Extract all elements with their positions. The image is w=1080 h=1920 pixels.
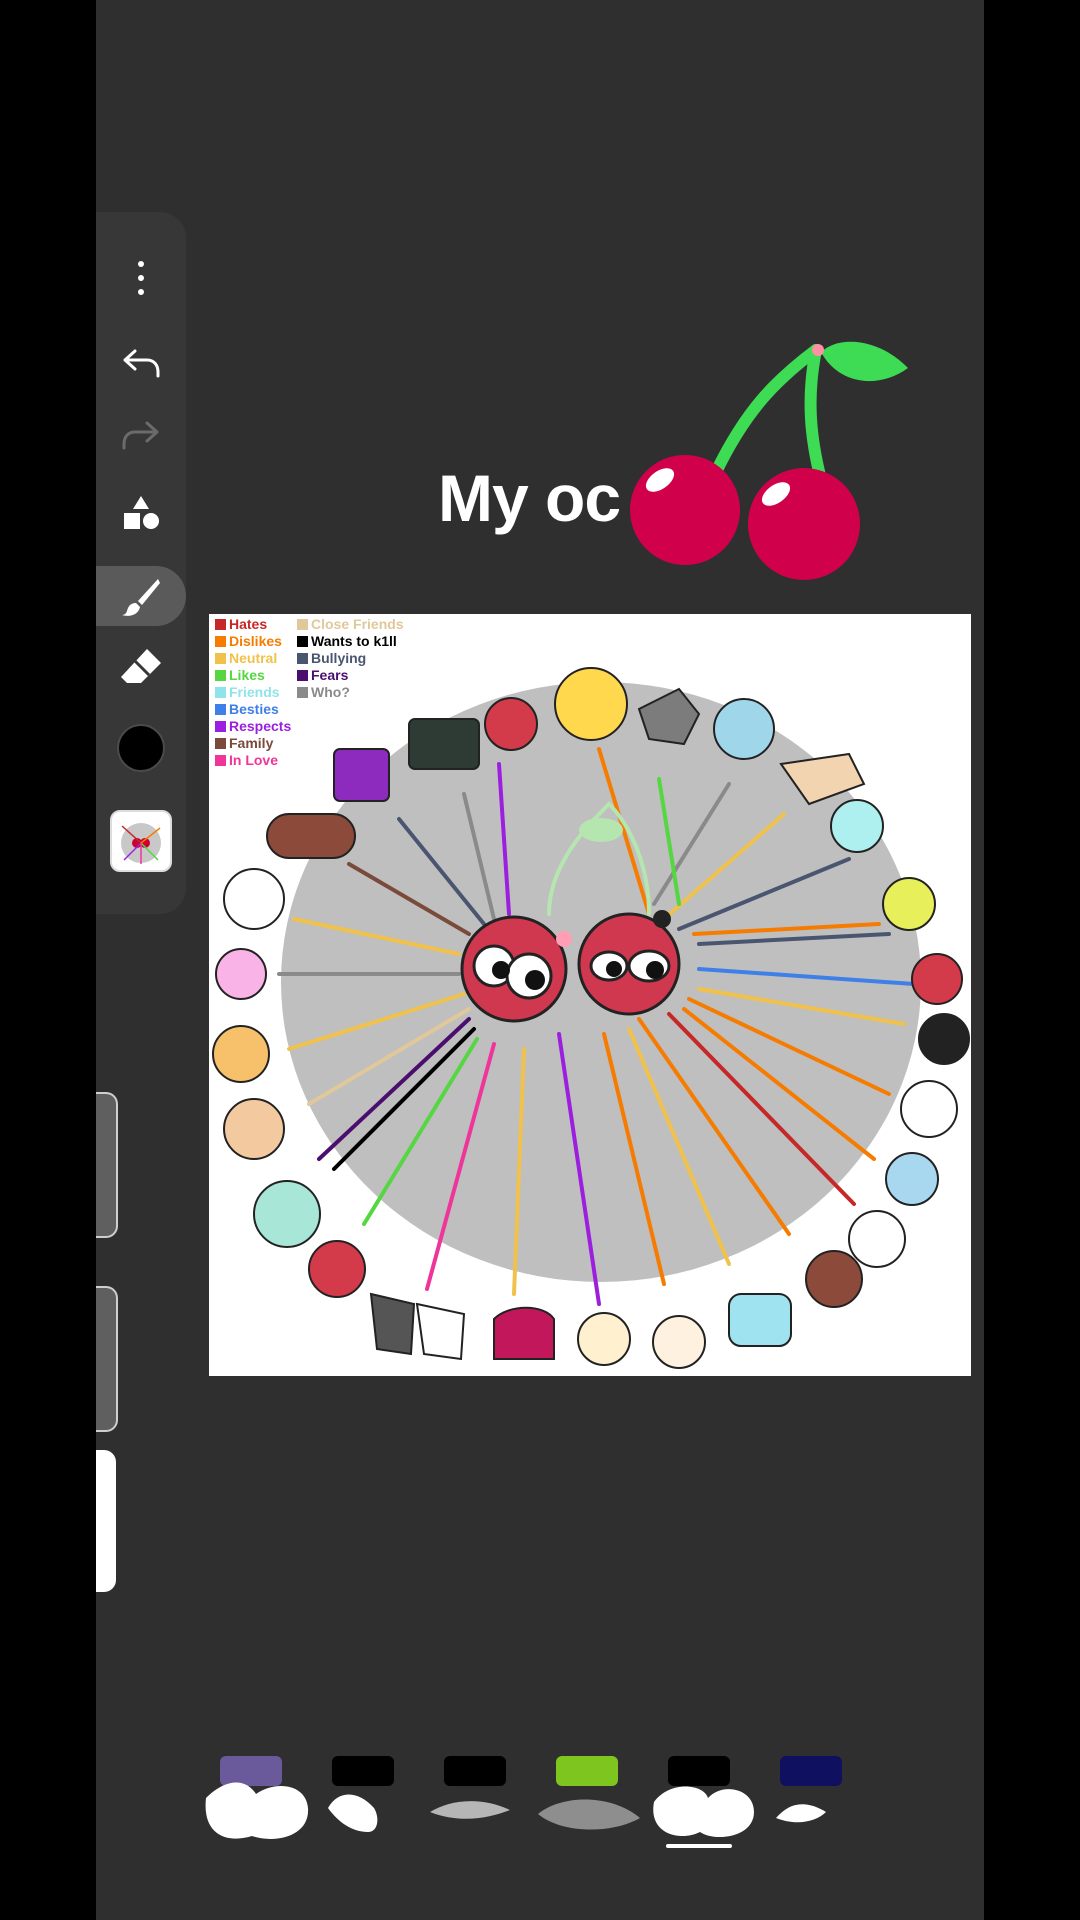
legend-swatch — [215, 687, 226, 698]
color-swatch — [117, 724, 165, 772]
layer-thumbnail — [110, 810, 172, 872]
cherry-drawing — [630, 341, 908, 580]
legend-swatch — [215, 653, 226, 664]
legend-right: Close Friends Wants to k1ll Bullying Fears W… — [297, 616, 404, 701]
legend-label: Wants to k1ll — [311, 633, 397, 649]
size-slider[interactable] — [96, 1092, 118, 1238]
legend-item: Likes — [215, 667, 291, 684]
legend-label: Hates — [229, 616, 268, 632]
legend-item: In Love — [215, 752, 291, 769]
legend-item: Friends — [215, 684, 291, 701]
legend-item: Dislikes — [215, 633, 291, 650]
selected-brush-indicator — [666, 1844, 732, 1848]
legend-item: Fears — [297, 667, 404, 684]
brush-item-3[interactable] — [420, 1752, 512, 1852]
eraser-icon[interactable] — [96, 636, 186, 696]
legend-item: Family — [215, 735, 291, 752]
legend-swatch — [215, 636, 226, 647]
legend-label: Close Friends — [311, 616, 404, 632]
brush-stroke-preview — [328, 1794, 378, 1832]
legend-label: Dislikes — [229, 633, 282, 649]
legend-item: Bullying — [297, 650, 404, 667]
legend-label: Likes — [229, 667, 265, 683]
legend-swatch — [297, 619, 308, 630]
legend-item: Wants to k1ll — [297, 633, 404, 650]
color-picker-button[interactable] — [96, 718, 186, 778]
legend-swatch — [297, 687, 308, 698]
brush-palette — [196, 1752, 876, 1852]
drawing-title-text: My oc — [438, 461, 621, 535]
legend-label: Who? — [311, 684, 350, 700]
legend-swatch — [215, 721, 226, 732]
flow-slider[interactable] — [96, 1450, 116, 1592]
legend-item: Neutral — [215, 650, 291, 667]
legend-swatch — [215, 619, 226, 630]
brush-icon[interactable] — [96, 566, 186, 626]
canvas-artwork[interactable]: Hates Dislikes Neutral Likes Friends Besties R… — [209, 614, 971, 1376]
brush-stroke-preview — [776, 1804, 826, 1823]
left-toolbar — [96, 212, 186, 914]
legend-label: Besties — [229, 701, 279, 717]
legend-item: Close Friends — [297, 616, 404, 633]
opacity-slider[interactable] — [96, 1286, 118, 1432]
legend-label: Friends — [229, 684, 280, 700]
legend-left: Hates Dislikes Neutral Likes Friends Besties R… — [215, 616, 291, 769]
legend-label: Family — [229, 735, 274, 751]
brush-item-2[interactable] — [308, 1752, 400, 1852]
brush-item-1[interactable] — [196, 1752, 309, 1852]
legend-item: Hates — [215, 616, 291, 633]
brush-item-6[interactable] — [756, 1752, 848, 1852]
legend-label: Neutral — [229, 650, 278, 666]
brush-stroke-preview — [653, 1786, 754, 1838]
legend-swatch — [215, 755, 226, 766]
legend-label: Bullying — [311, 650, 367, 666]
shapes-icon[interactable] — [96, 484, 186, 544]
brush-stroke-preview — [538, 1799, 640, 1830]
brush-stroke-preview — [430, 1801, 510, 1819]
undo-icon[interactable] — [96, 332, 186, 392]
redo-icon[interactable] — [96, 404, 186, 464]
legend-swatch — [215, 738, 226, 749]
legend-swatch — [215, 670, 226, 681]
legend-swatch — [297, 670, 308, 681]
more-menu-icon[interactable] — [96, 248, 186, 308]
legend-swatch — [215, 704, 226, 715]
legend-item: Who? — [297, 684, 404, 701]
brush-item-5[interactable] — [644, 1752, 754, 1852]
legend-label: In Love — [229, 752, 279, 768]
legend-label: Fears — [311, 667, 349, 683]
brush-item-4[interactable] — [532, 1752, 640, 1852]
legend-item: Besties — [215, 701, 291, 718]
brush-stroke-preview — [205, 1782, 309, 1839]
layers-button[interactable] — [96, 806, 186, 876]
legend-label: Respects — [229, 718, 292, 734]
drawing-workspace: My oc Hates Dislikes Neutral Likes Frien… — [96, 0, 984, 1920]
legend-swatch — [297, 636, 308, 647]
legend-item: Respects — [215, 718, 291, 735]
legend-swatch — [297, 653, 308, 664]
